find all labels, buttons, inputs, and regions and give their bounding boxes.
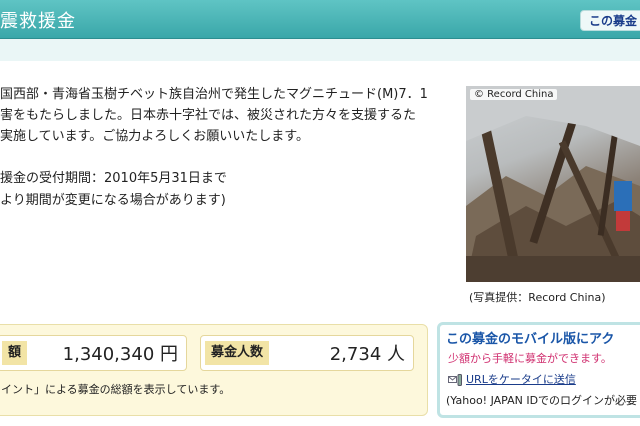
description-line: 実施しています。ご協力よろしくお願いいたします。 <box>0 129 310 144</box>
header-bar: 震救援金 この募金 <box>0 0 640 39</box>
period-note: より期間が変更になる場合があります) <box>0 193 226 208</box>
photo-caption: (写真提供：Record China) <box>469 291 606 304</box>
donation-stats-panel: 額 1,340,340 円 募金人数 2,734 人 イント」による募金の総額を… <box>0 324 428 416</box>
donors-label: 募金人数 <box>205 341 270 365</box>
stats-note: イント」による募金の総額を表示しています。 <box>1 383 231 396</box>
acceptance-period: 援金の受付期間：2010年5月31日まで より期間が変更になる場合があります) <box>0 168 227 212</box>
period-line: 援金の受付期間：2010年5月31日まで <box>0 171 227 186</box>
amount-label: 額 <box>2 341 28 365</box>
mobile-top-link[interactable]: この募金 <box>579 10 640 31</box>
send-url-link[interactable]: URLをケータイに送信 <box>466 373 576 386</box>
earthquake-photo: © Record China <box>466 86 640 282</box>
mobile-version-panel: この募金のモバイル版にアク 少額から手軽に募金ができます。 URLをケータイに送… <box>437 322 640 418</box>
amount-value: 1,340,340 円 <box>62 344 178 365</box>
description-line: 国西部・青海省玉樹チベット族自治州で発生したマグニチュード(M)7．1 <box>0 87 428 102</box>
login-note: (Yahoo! JAPAN IDでのログインが必要 <box>446 394 638 407</box>
page-title: 震救援金 <box>0 11 76 32</box>
description-line: 害をもたらしました。日本赤十字社では、被災された方々を支援するた <box>0 108 417 123</box>
donors-stat: 募金人数 2,734 人 <box>200 335 414 371</box>
donors-value: 2,734 人 <box>329 344 405 365</box>
send-url-row: URLをケータイに送信 <box>448 371 576 387</box>
mobile-subtitle: 少額から手軽に募金ができます。 <box>448 352 612 365</box>
header-subband <box>0 39 640 61</box>
description-text: 国西部・青海省玉樹チベット族自治州で発生したマグニチュード(M)7．1 害をもた… <box>0 84 455 147</box>
amount-stat: 額 1,340,340 円 <box>0 335 187 371</box>
mobile-title[interactable]: この募金のモバイル版にアク <box>446 328 614 347</box>
mail-phone-icon <box>448 374 462 386</box>
rubble-illustration <box>466 86 640 282</box>
photo-credit-badge: © Record China <box>470 89 558 100</box>
